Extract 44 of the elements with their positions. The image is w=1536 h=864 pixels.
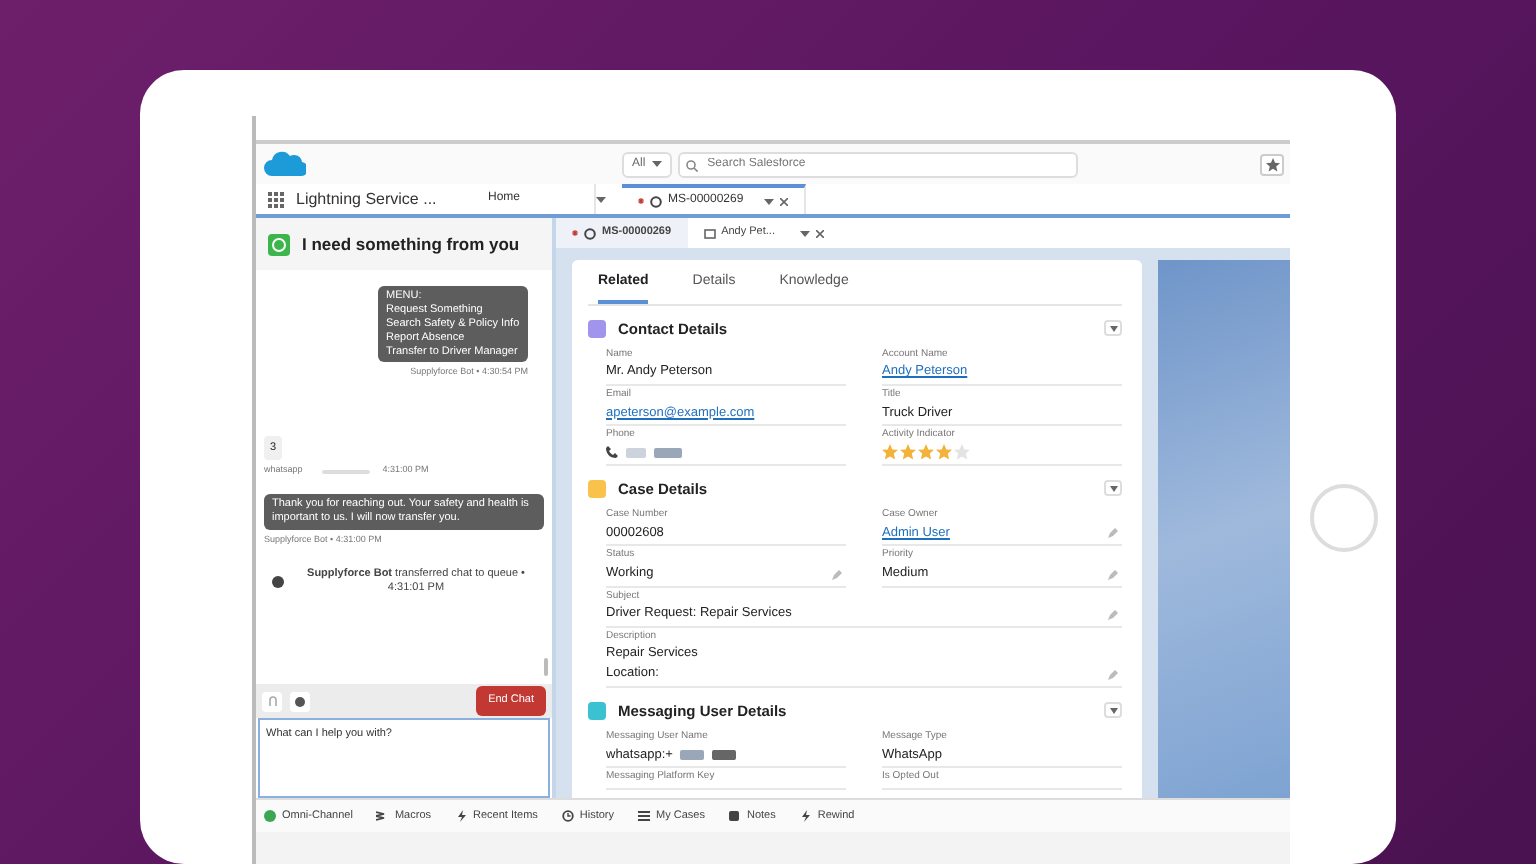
collapse-button[interactable] xyxy=(1104,702,1122,719)
collapse-button[interactable] xyxy=(1104,480,1122,497)
pencil-icon[interactable] xyxy=(1108,669,1118,680)
lightning-icon xyxy=(455,810,467,822)
caret-icon xyxy=(1109,707,1117,714)
empty-star-icon xyxy=(954,444,970,461)
pencil-icon[interactable] xyxy=(1108,609,1118,620)
close-icon xyxy=(780,197,788,205)
redacted-number xyxy=(712,749,737,760)
emoji-button[interactable] xyxy=(290,691,310,711)
chat-title: I need something from you xyxy=(302,231,520,257)
caret-icon xyxy=(800,229,811,237)
status-dot-icon xyxy=(264,810,276,822)
note-icon xyxy=(728,810,741,822)
chat-scrollbar xyxy=(544,658,548,676)
pencil-icon[interactable] xyxy=(832,569,842,579)
contact-card-icon xyxy=(703,227,716,239)
unsaved-mark-icon xyxy=(572,230,578,236)
cloud-logo-icon xyxy=(262,149,306,179)
chat-app-icon xyxy=(268,233,290,255)
favorites-button[interactable] xyxy=(1260,153,1284,175)
unsaved-mark-icon xyxy=(638,198,644,204)
search-icon xyxy=(685,159,698,171)
redacted-number xyxy=(322,469,371,474)
caret-icon xyxy=(1109,485,1117,492)
caret-icon xyxy=(596,195,606,203)
app-name: Lightning Service ... xyxy=(296,187,439,211)
pencil-icon[interactable] xyxy=(1108,528,1118,539)
redacted-number xyxy=(654,447,682,458)
caret-icon xyxy=(651,160,662,168)
home-button[interactable] xyxy=(1309,483,1377,551)
redacted-number xyxy=(626,447,646,458)
pencil-icon[interactable] xyxy=(1108,569,1118,579)
attach-button[interactable] xyxy=(262,691,282,711)
redacted-number xyxy=(680,749,705,760)
app-launcher-icon xyxy=(268,191,284,207)
close-icon xyxy=(816,229,825,237)
star-icon xyxy=(1265,157,1279,171)
lightning-icon xyxy=(799,810,812,822)
phone-icon xyxy=(606,446,618,459)
caret-icon xyxy=(764,197,774,205)
caret-icon xyxy=(1109,325,1117,332)
clock-icon xyxy=(561,810,574,822)
collapse-button[interactable] xyxy=(1104,320,1122,337)
